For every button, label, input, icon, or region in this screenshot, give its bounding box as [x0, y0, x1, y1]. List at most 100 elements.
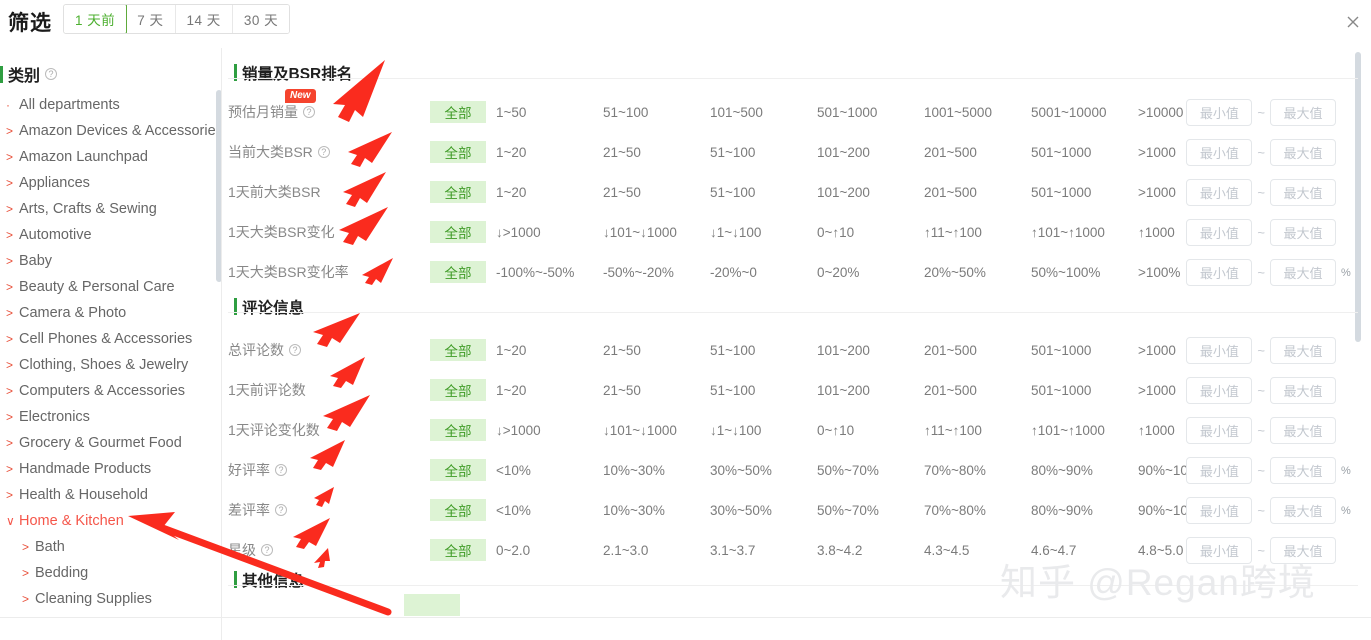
sidebar-item-all-departments[interactable]: · All departments — [0, 92, 221, 118]
min-value-input[interactable]: 最小值 — [1186, 219, 1253, 246]
max-value-input[interactable]: 最大值 — [1270, 219, 1336, 246]
tab-14-days[interactable]: 14 天 — [175, 5, 233, 33]
filter-option[interactable]: 70%~80% — [914, 463, 1021, 478]
filter-option[interactable]: 0~↑10 — [807, 423, 914, 438]
filter-option[interactable]: 0~↑10 — [807, 225, 914, 240]
filter-option[interactable]: 21~50 — [593, 145, 700, 160]
sidebar-item-appliances[interactable]: > Appliances — [0, 170, 221, 196]
sidebar-item-computers-accessories[interactable]: > Computers & Accessories — [0, 378, 221, 404]
filter-option[interactable]: 51~100 — [700, 185, 807, 200]
filter-option[interactable]: 1001~5000 — [914, 105, 1021, 120]
option-all[interactable]: 全部 — [430, 379, 486, 401]
filter-option[interactable]: 201~500 — [914, 343, 1021, 358]
option-all-partial[interactable] — [404, 594, 460, 616]
filter-option[interactable]: 501~1000 — [1021, 185, 1128, 200]
option-all[interactable]: 全部 — [430, 539, 486, 561]
sidebar-item-handmade-products[interactable]: > Handmade Products — [0, 456, 221, 482]
filter-option[interactable]: 101~200 — [807, 145, 914, 160]
help-icon[interactable]: ? — [275, 464, 287, 476]
filter-option[interactable]: 50%~70% — [807, 463, 914, 478]
option-all[interactable]: 全部 — [430, 339, 486, 361]
min-value-input[interactable]: 最小值 — [1186, 139, 1253, 166]
sidebar-item-amazon-launchpad[interactable]: > Amazon Launchpad — [0, 144, 221, 170]
sidebar-item-bath[interactable]: > Bath — [0, 534, 221, 560]
filter-option[interactable]: 10%~30% — [593, 503, 700, 518]
filter-option[interactable]: <10% — [486, 463, 593, 478]
sidebar-item-health-household[interactable]: > Health & Household — [0, 482, 221, 508]
help-icon[interactable]: ? — [303, 106, 315, 118]
sidebar-item-arts-crafts-sewing[interactable]: > Arts, Crafts & Sewing — [0, 196, 221, 222]
max-value-input[interactable]: 最大值 — [1270, 139, 1336, 166]
option-all[interactable]: 全部 — [430, 141, 486, 163]
max-value-input[interactable]: 最大值 — [1270, 99, 1336, 126]
filter-option[interactable]: 1~20 — [486, 145, 593, 160]
tab-1-day[interactable]: 1 天前 — [64, 5, 128, 33]
date-range-tab-group[interactable]: 1 天前 7 天 14 天 30 天 — [63, 4, 291, 34]
tab-7-days[interactable]: 7 天 — [126, 5, 176, 33]
sidebar-item-electronics[interactable]: > Electronics — [0, 404, 221, 430]
sidebar-item-camera-photo[interactable]: > Camera & Photo — [0, 300, 221, 326]
min-value-input[interactable]: 最小值 — [1186, 377, 1253, 404]
filter-option[interactable]: 501~1000 — [1021, 383, 1128, 398]
help-icon[interactable]: ? — [45, 68, 58, 80]
min-value-input[interactable]: 最小值 — [1186, 179, 1253, 206]
filter-option[interactable]: 101~200 — [807, 185, 914, 200]
min-value-input[interactable]: 最小值 — [1186, 537, 1253, 564]
help-icon[interactable]: ? — [275, 504, 287, 516]
sidebar-item-home-kitchen[interactable]: ∨ Home & Kitchen — [0, 508, 221, 534]
sidebar-item-amazon-devices-accessories[interactable]: > Amazon Devices & Accessories — [0, 118, 221, 144]
max-value-input[interactable]: 最大值 — [1270, 377, 1336, 404]
option-all[interactable]: 全部 — [430, 419, 486, 441]
sidebar-item-cell-phones-accessories[interactable]: > Cell Phones & Accessories — [0, 326, 221, 352]
min-value-input[interactable]: 最小值 — [1186, 417, 1253, 444]
sidebar-item-cleaning-supplies[interactable]: > Cleaning Supplies — [0, 586, 221, 612]
help-icon[interactable]: ? — [261, 544, 273, 556]
sidebar-item-clothing-shoes-jewelry[interactable]: > Clothing, Shoes & Jewelry — [0, 352, 221, 378]
filter-option[interactable]: 80%~90% — [1021, 463, 1128, 478]
filter-option[interactable]: 30%~50% — [700, 503, 807, 518]
filter-option[interactable]: 5001~10000 — [1021, 105, 1128, 120]
filter-option[interactable]: -50%~-20% — [593, 265, 700, 280]
filter-option[interactable]: 501~1000 — [1021, 343, 1128, 358]
filter-option[interactable]: 21~50 — [593, 185, 700, 200]
option-all[interactable]: 全部 — [430, 261, 486, 283]
min-value-input[interactable]: 最小值 — [1186, 497, 1253, 524]
filter-option[interactable]: 501~1000 — [807, 105, 914, 120]
filter-option[interactable]: 51~100 — [700, 383, 807, 398]
option-all[interactable]: 全部 — [430, 499, 486, 521]
filter-option[interactable]: 101~500 — [700, 105, 807, 120]
filter-option[interactable]: 0~20% — [807, 265, 914, 280]
sidebar-item-bedding[interactable]: > Bedding — [0, 560, 221, 586]
filter-option[interactable]: ↓>1000 — [486, 225, 593, 240]
filter-option[interactable]: -100%~-50% — [486, 265, 593, 280]
filter-option[interactable]: ↑11~↑100 — [914, 225, 1021, 240]
filter-option[interactable]: 3.1~3.7 — [700, 543, 807, 558]
filter-option[interactable]: 80%~90% — [1021, 503, 1128, 518]
filter-option[interactable]: 101~200 — [807, 343, 914, 358]
min-value-input[interactable]: 最小值 — [1186, 337, 1253, 364]
filter-option[interactable]: <10% — [486, 503, 593, 518]
filter-option[interactable]: ↓1~↓100 — [700, 225, 807, 240]
filter-option[interactable]: 501~1000 — [1021, 145, 1128, 160]
max-value-input[interactable]: 最大值 — [1270, 337, 1336, 364]
max-value-input[interactable]: 最大值 — [1270, 417, 1336, 444]
filter-option[interactable]: 4.6~4.7 — [1021, 543, 1128, 558]
filter-option[interactable]: 30%~50% — [700, 463, 807, 478]
filter-option[interactable]: 201~500 — [914, 145, 1021, 160]
sidebar-item-beauty-personal-care[interactable]: > Beauty & Personal Care — [0, 274, 221, 300]
sidebar-item-automotive[interactable]: > Automotive — [0, 222, 221, 248]
max-value-input[interactable]: 最大值 — [1270, 179, 1336, 206]
filter-option[interactable]: 50%~100% — [1021, 265, 1128, 280]
sidebar-item-grocery-gourmet-food[interactable]: > Grocery & Gourmet Food — [0, 430, 221, 456]
filter-option[interactable]: 2.1~3.0 — [593, 543, 700, 558]
filter-option[interactable]: 51~100 — [700, 343, 807, 358]
close-icon[interactable] — [1345, 14, 1361, 30]
help-icon[interactable]: ? — [289, 344, 301, 356]
filter-option[interactable]: ↑101~↑1000 — [1021, 423, 1128, 438]
option-all[interactable]: 全部 — [430, 221, 486, 243]
filter-option[interactable]: 201~500 — [914, 185, 1021, 200]
filter-option[interactable]: ↓101~↓1000 — [593, 423, 700, 438]
help-icon[interactable]: ? — [317, 146, 330, 158]
max-value-input[interactable]: 最大值 — [1270, 537, 1336, 564]
filter-option[interactable]: 20%~50% — [914, 265, 1021, 280]
